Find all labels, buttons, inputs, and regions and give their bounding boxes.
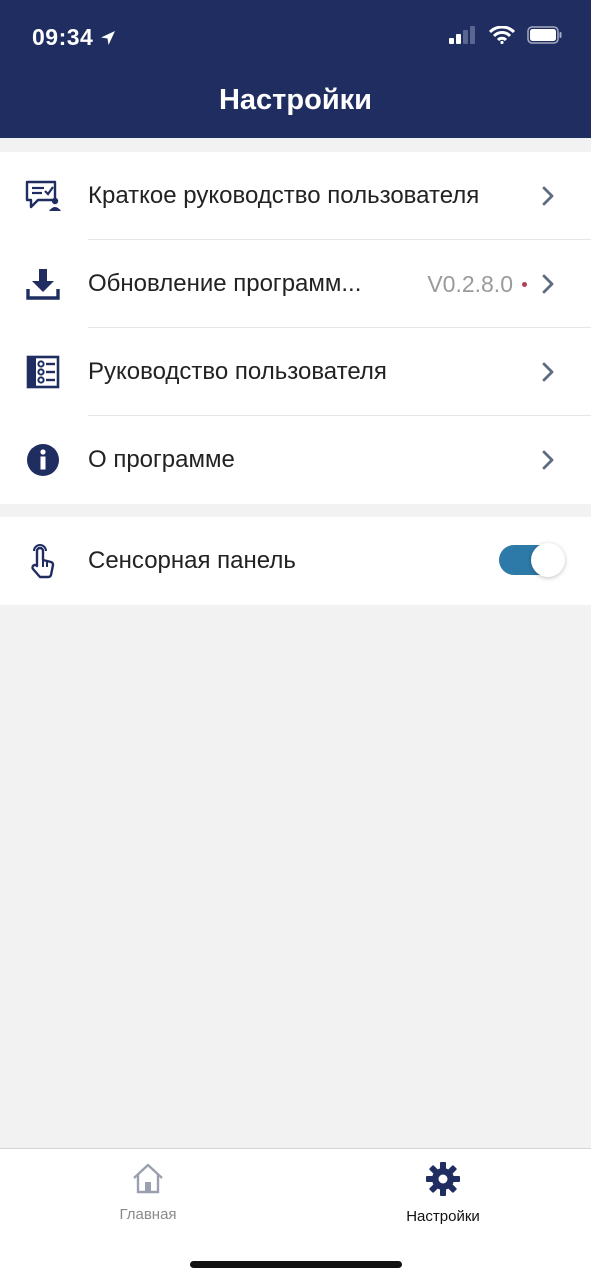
settings-list: Краткое руководство пользователя Обновле… <box>0 152 591 504</box>
settings-item-label: Обновление программ... <box>88 270 362 297</box>
list-icon <box>24 354 62 390</box>
settings-item-quick-guide[interactable]: Краткое руководство пользователя <box>0 152 591 240</box>
chevron-right-icon <box>542 450 554 470</box>
info-icon <box>24 442 62 478</box>
settings-item-label: Краткое руководство пользователя <box>88 182 480 209</box>
location-arrow-icon <box>101 30 116 45</box>
gear-icon <box>426 1162 460 1196</box>
settings-item-user-manual[interactable]: Руководство пользователя <box>0 328 591 416</box>
tab-settings[interactable]: Настройки <box>363 1161 523 1225</box>
home-icon <box>133 1163 163 1194</box>
tab-label: Главная <box>119 1206 177 1223</box>
toggle-knob <box>531 543 565 577</box>
status-indicators <box>449 26 563 44</box>
chevron-right-icon <box>542 186 554 206</box>
settings-item-about[interactable]: О программе <box>0 416 591 504</box>
wifi-icon <box>489 26 515 44</box>
version-value: V0.2.8.0 <box>427 270 513 297</box>
chevron-right-icon <box>542 274 554 294</box>
battery-icon <box>527 26 562 44</box>
touch-panel-toggle[interactable] <box>499 543 565 577</box>
settings-item-software-update[interactable]: Обновление программ... V0.2.8.0 <box>0 240 591 328</box>
tab-label: Настройки <box>406 1208 480 1225</box>
settings-item-label: Руководство пользователя <box>88 358 387 385</box>
settings-item-label: О программе <box>88 446 235 473</box>
tab-home[interactable]: Главная <box>68 1161 228 1223</box>
download-icon <box>24 266 62 302</box>
header-bar: 09:34 Настройки <box>0 0 591 138</box>
touch-hand-icon <box>24 543 62 579</box>
cellular-signal-icon <box>449 26 475 44</box>
chat-user-icon <box>24 178 62 214</box>
update-indicator-dot <box>522 282 527 287</box>
settings-item-touch-panel: Сенсорная панель <box>0 517 591 605</box>
settings-item-label: Сенсорная панель <box>88 547 296 574</box>
chevron-right-icon <box>542 362 554 382</box>
page-title: Настройки <box>218 84 372 116</box>
status-time: 09:34 <box>32 24 117 51</box>
home-indicator <box>190 1261 402 1268</box>
touch-panel-section: Сенсорная панель <box>0 517 591 605</box>
